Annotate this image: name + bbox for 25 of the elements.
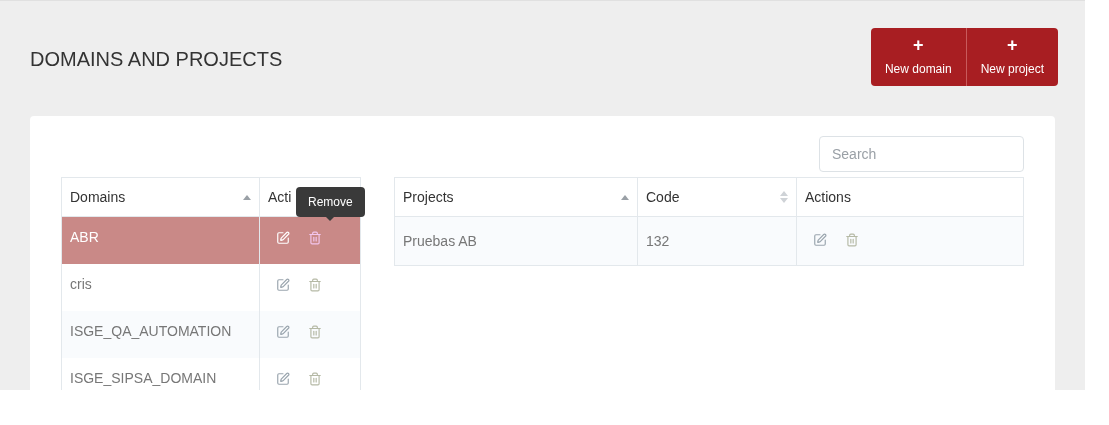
edit-icon[interactable] <box>276 325 290 339</box>
column-header[interactable]: Actions <box>805 186 851 208</box>
domain-name: ABR <box>70 229 99 245</box>
column-header[interactable]: Acti <box>268 186 292 208</box>
project-code: 132 <box>646 233 670 249</box>
trash-icon[interactable] <box>308 231 322 245</box>
new-button[interactable]: + New project <box>966 28 1058 86</box>
domain-row[interactable]: ISGE_QA_AUTOMATION <box>62 311 360 358</box>
domain-name: cris <box>70 276 92 292</box>
column-header[interactable]: Code <box>646 186 680 208</box>
edit-icon[interactable] <box>276 372 290 386</box>
domain-name: ISGE_QA_AUTOMATION <box>70 323 232 339</box>
new-button[interactable]: + New domain <box>870 28 967 86</box>
trash-icon[interactable] <box>845 233 859 247</box>
column-header[interactable]: Domains <box>70 186 126 208</box>
trash-icon[interactable] <box>308 278 322 292</box>
column-header[interactable]: Projects <box>403 186 454 208</box>
project-name: Pruebas AB <box>403 233 477 249</box>
domain-name: ISGE_SIPSA_DOMAIN <box>70 370 217 386</box>
edit-icon[interactable] <box>813 233 827 247</box>
trash-icon[interactable] <box>308 372 322 386</box>
trash-icon[interactable] <box>308 325 322 339</box>
page-title: DOMAINS AND PROJECTS <box>30 47 283 72</box>
edit-icon[interactable] <box>276 278 290 292</box>
search-field[interactable]: Search <box>819 136 1024 172</box>
